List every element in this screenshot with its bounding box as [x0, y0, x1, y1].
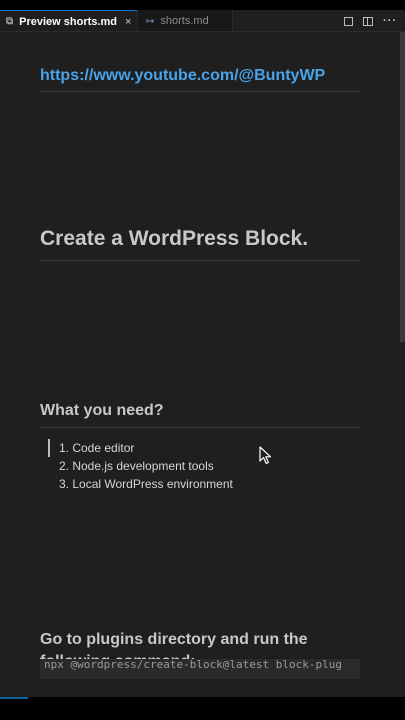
preview-icon: ⧉ — [6, 16, 14, 27]
list-item: 2. Node.js development tools — [59, 459, 214, 473]
top-black-bar — [0, 0, 405, 10]
open-source-icon[interactable] — [344, 16, 353, 26]
editor-actions: ··· — [344, 10, 397, 31]
split-editor-icon[interactable] — [363, 16, 373, 26]
bottom-black-bar — [0, 697, 405, 720]
more-actions-icon[interactable]: ··· — [383, 15, 397, 27]
tab-preview-shorts[interactable]: ⧉ Preview shorts.md × — [0, 10, 137, 31]
page-title: Create a WordPress Block. — [40, 227, 309, 250]
heading-line: Go to plugins directory and run the — [40, 631, 308, 648]
requirements-list: 1. Code editor 2. Node.js development to… — [48, 439, 233, 493]
list-item: 1. Code editor — [48, 439, 233, 457]
markdown-preview-pane: https://www.youtube.com/@BuntyWP Create … — [0, 32, 405, 720]
code-block[interactable]: npx @wordpress/create-block@latest block… — [40, 659, 360, 679]
tab-shorts-md[interactable]: ↦ shorts.md — [137, 10, 233, 31]
markdown-icon: ↦ — [146, 15, 155, 27]
mouse-pointer-icon — [259, 446, 272, 465]
tab-label: Preview shorts.md — [19, 15, 117, 28]
tab-label: shorts.md — [160, 15, 209, 27]
scrollbar-thumb[interactable] — [400, 32, 405, 342]
close-icon[interactable]: × — [125, 16, 131, 28]
editor-tab-bar: ⧉ Preview shorts.md × ↦ shorts.md ··· — [0, 10, 405, 32]
section-divider — [40, 427, 360, 428]
link-divider — [40, 91, 360, 92]
list-item: 3. Local WordPress environment — [59, 477, 233, 491]
status-accent — [0, 697, 28, 699]
section-heading-requirements: What you need? — [40, 402, 164, 419]
title-divider — [40, 260, 360, 261]
youtube-link[interactable]: https://www.youtube.com/@BuntyWP — [40, 67, 325, 85]
